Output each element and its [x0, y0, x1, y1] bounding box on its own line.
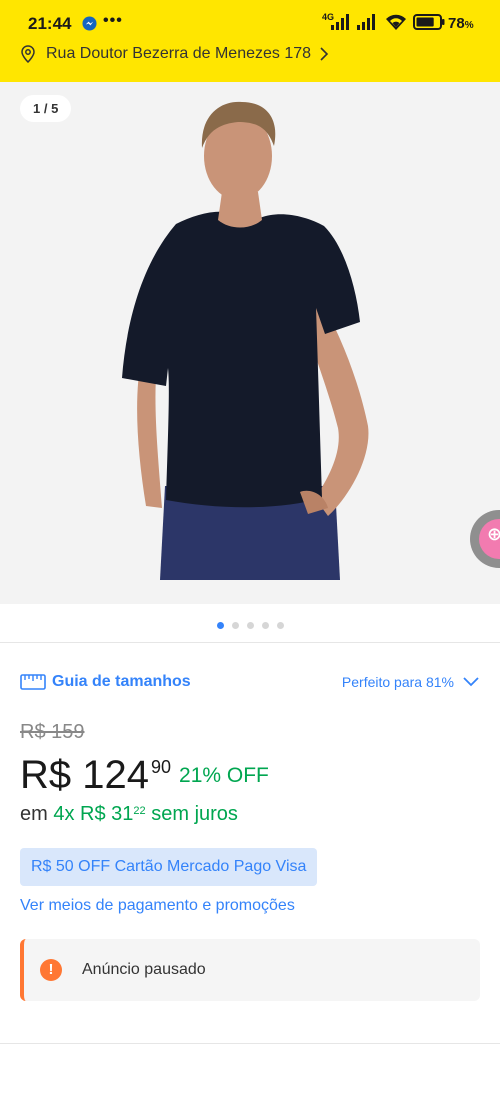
signal-icon-2 — [357, 14, 375, 30]
delivery-address[interactable]: Rua Doutor Bezerra de Menezes 178 — [20, 42, 329, 66]
pagination-dot[interactable] — [276, 622, 284, 629]
wifi-icon — [386, 14, 406, 30]
installment-amount: 4x R$ 31 — [53, 803, 134, 825]
original-price: R$ 159 — [20, 721, 85, 743]
zoom-inner: ⊕ — [479, 519, 500, 559]
discount-badge: 21% OFF — [179, 764, 269, 787]
signal-icon — [331, 14, 349, 30]
gallery-counter: 1 / 5 — [20, 95, 72, 122]
paused-alert: ! Anúncio pausado — [20, 939, 480, 1001]
battery-percent: 78% — [448, 15, 474, 32]
more-dots-icon: ••• — [103, 12, 123, 29]
address-text: Rua Doutor Bezerra de Menezes 178 — [46, 45, 312, 62]
status-bar: 21:44 ••• 4G 78% — [0, 0, 500, 48]
battery-icon — [413, 14, 445, 30]
battery-percent-value: 78 — [448, 15, 465, 32]
price-cents: 90 — [150, 757, 172, 777]
divider — [0, 642, 500, 643]
installment-prefix: em — [20, 803, 48, 825]
warning-icon-glyph: ! — [48, 961, 54, 978]
promo-badge: R$ 50 OFF Cartão Mercado Pago Visa — [20, 848, 318, 886]
price-main: R$ 124 — [20, 753, 149, 797]
zoom-icon: ⊕ — [487, 524, 500, 544]
pagination-dot[interactable] — [246, 622, 254, 629]
product-image[interactable] — [110, 96, 390, 580]
location-pin-icon — [21, 45, 35, 63]
pagination-dot[interactable] — [231, 622, 239, 629]
pagination-dot[interactable] — [261, 622, 269, 629]
product-gallery[interactable]: 1 / 5 ⊕ — [0, 82, 500, 604]
ruler-icon — [20, 674, 46, 690]
installment-suffix: sem juros — [151, 803, 238, 825]
warning-icon: ! — [40, 959, 62, 981]
chevron-down-icon — [463, 677, 479, 687]
messenger-icon — [82, 16, 97, 31]
current-price: R$ 124 90 21% OFF — [20, 750, 269, 800]
battery-percent-unit: % — [464, 20, 474, 31]
alert-text: Anúncio pausado — [82, 961, 206, 978]
size-guide-link[interactable]: Guia de tamanhos — [20, 673, 191, 691]
size-guide-row[interactable]: Guia de tamanhos Perfeito para 81% — [20, 668, 480, 696]
zoom-button[interactable]: ⊕ — [470, 510, 500, 568]
fit-label: Perfeito para 81% — [341, 674, 454, 690]
size-guide-label: Guia de tamanhos — [52, 673, 191, 690]
installment-cents: 22 — [133, 805, 146, 817]
installments: em 4x R$ 31 22 sem juros — [20, 803, 238, 826]
payment-methods-link[interactable]: Ver meios de pagamento e promoções — [20, 897, 295, 915]
fit-dropdown[interactable]: Perfeito para 81% — [342, 674, 480, 690]
divider-bottom — [0, 1043, 500, 1044]
header: 21:44 ••• 4G 78% Rua Doutor Bezerra de M… — [0, 0, 500, 82]
chevron-right-icon — [320, 47, 329, 61]
status-time: 21:44 — [28, 14, 72, 33]
pagination-dot[interactable] — [216, 622, 224, 629]
gallery-pagination — [0, 622, 500, 629]
